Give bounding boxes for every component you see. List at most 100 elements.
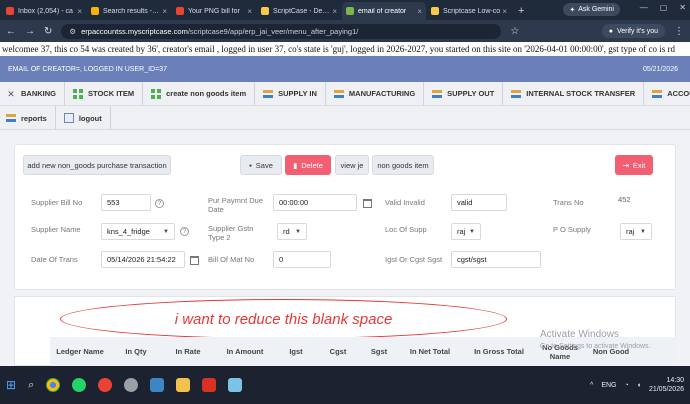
- supplier-gstn-type-2-select[interactable]: rd ▼: [277, 223, 307, 240]
- close-tab-icon[interactable]: ×: [75, 7, 82, 16]
- forward-arrow-icon[interactable]: →: [25, 26, 35, 37]
- supplier-bill-no-label: Supplier Bill No: [31, 198, 83, 207]
- photos-icon[interactable]: [150, 378, 165, 392]
- windows-start-icon[interactable]: ⊞: [6, 378, 16, 392]
- menu-item-banking[interactable]: ✕ BANKING: [0, 81, 65, 106]
- back-arrow-icon[interactable]: ←: [6, 26, 16, 37]
- grid-column-header: In Rate: [175, 347, 201, 356]
- new-tab-button[interactable]: +: [512, 2, 530, 20]
- calendar-icon[interactable]: [363, 199, 372, 208]
- reload-icon[interactable]: ↻: [44, 26, 52, 37]
- chrome-icon[interactable]: [46, 378, 61, 392]
- menu-item-label: BANKING: [21, 89, 56, 98]
- save-button[interactable]: ▪ Save: [240, 155, 282, 175]
- menu-item-stock-item[interactable]: STOCK ITEM: [65, 81, 144, 106]
- windows-taskbar: ⊞ ⌕ ^ ENG ◔ ◖ 14:30 21/05/2026: [0, 366, 690, 404]
- close-tab-icon[interactable]: ×: [500, 7, 507, 16]
- grid-icon: [151, 88, 162, 99]
- main-menu: ✕ BANKING STOCK ITEM create non goods it…: [0, 81, 690, 130]
- menu-item-label: MANUFACTURING: [348, 89, 416, 98]
- close-tab-icon[interactable]: ×: [415, 7, 422, 16]
- bars-icon: [263, 88, 274, 99]
- watermark-subtitle: Go to Settings to activate Windows.: [540, 343, 651, 350]
- add-new-transaction-button[interactable]: add new non_goods purchase transaction: [23, 155, 171, 175]
- chrome-active-icon[interactable]: [124, 378, 139, 392]
- menu-item-logout[interactable]: logout: [56, 106, 111, 130]
- view-je-button[interactable]: view je: [335, 155, 369, 175]
- menu-item-label: reports: [21, 113, 47, 123]
- chevron-down-icon: ▼: [163, 228, 169, 235]
- close-tab-icon[interactable]: ×: [245, 7, 252, 16]
- menu-item-internal-stock-transfer[interactable]: INTERNAL STOCK TRANSFER: [503, 81, 645, 106]
- browser-tab[interactable]: Search results - co ×: [87, 2, 171, 20]
- menu-item-label: ACCOUNTANT: [667, 89, 690, 98]
- file-explorer-icon[interactable]: [176, 378, 191, 392]
- browser-tab[interactable]: Inbox (2,054) - ca ×: [2, 2, 86, 20]
- igst-or-cgst-sgst-field[interactable]: cgst/sgst: [451, 251, 541, 268]
- chevron-down-icon: ▼: [295, 228, 301, 235]
- menu-item-reports[interactable]: reports: [0, 106, 56, 130]
- pur-paymnt-due-date-field[interactable]: 00:00:00: [273, 194, 357, 211]
- tray-chevron-icon[interactable]: ^: [590, 382, 593, 389]
- chrome-alt-icon[interactable]: [98, 378, 113, 392]
- bill-of-mat-no-field[interactable]: 0: [273, 251, 331, 268]
- grid-column-header: Ledger Name: [56, 347, 104, 356]
- minimize-icon[interactable]: —: [640, 3, 648, 12]
- po-supply-select[interactable]: raj ▼: [620, 223, 652, 240]
- supplier-gstn-type-2-value: rd: [283, 227, 290, 236]
- search-icon[interactable]: ⌕: [28, 379, 34, 392]
- watermark-title: Activate Windows: [540, 329, 619, 340]
- browser-tab-active[interactable]: email of creator ×: [342, 2, 426, 20]
- loc-of-supp-select[interactable]: raj ▼: [451, 223, 481, 240]
- menu-item-accountant[interactable]: ACCOUNTANT: [644, 82, 690, 106]
- delete-button[interactable]: ▮ Delete: [285, 155, 331, 175]
- browser-tab[interactable]: Your PNG bill for ×: [172, 2, 256, 20]
- url-field[interactable]: ⚙ erpaccountss.myscriptcase.com/scriptca…: [61, 23, 502, 39]
- clock[interactable]: 14:30 21/05/2026: [649, 376, 684, 394]
- menu-item-supply-out[interactable]: SUPPLY OUT: [424, 81, 504, 106]
- language-indicator[interactable]: ENG: [601, 382, 616, 389]
- verify-identity-button[interactable]: ● Verify it's you: [601, 24, 665, 38]
- site-info-icon[interactable]: ⚙: [69, 27, 76, 36]
- menu-row: ✕ BANKING STOCK ITEM create non goods it…: [0, 81, 690, 106]
- bars-icon: [6, 113, 16, 123]
- browser-menu-icon[interactable]: ⋮: [674, 26, 684, 37]
- close-tab-icon[interactable]: ×: [330, 7, 337, 16]
- tab-label: Search results - co: [103, 7, 161, 15]
- wifi-icon[interactable]: ◔: [624, 382, 628, 389]
- tab-label: ScriptCase - Devel: [273, 7, 331, 15]
- pur-paymnt-due-date-label: Pur Paymnt Due Date: [208, 196, 264, 214]
- exit-button[interactable]: ⇥ Exit: [615, 155, 653, 175]
- close-tab-icon[interactable]: ×: [160, 7, 167, 16]
- calendar-icon[interactable]: [190, 256, 199, 265]
- menu-item-manufacturing[interactable]: MANUFACTURING: [326, 81, 425, 106]
- maximize-icon[interactable]: ▢: [660, 3, 668, 12]
- bars-icon: [333, 88, 344, 99]
- date-of-trans-field[interactable]: 05/14/2026 21:54:22: [101, 251, 185, 268]
- sparkle-icon: ✦: [569, 6, 576, 14]
- non-goods-item-button[interactable]: non goods item: [372, 155, 434, 175]
- paint-icon[interactable]: [228, 378, 243, 392]
- supplier-name-select[interactable]: kns_4_fridge ▼: [101, 223, 175, 240]
- supplier-name-value: kns_4_fridge: [107, 227, 150, 236]
- browser-tab[interactable]: Scriptcase Low-co ×: [427, 2, 511, 20]
- help-icon[interactable]: ?: [155, 199, 164, 208]
- header-date: 05/21/2026: [642, 65, 678, 73]
- bookmark-star-icon[interactable]: ☆: [510, 26, 519, 37]
- menu-item-create-non-goods-item[interactable]: create non goods item: [143, 81, 256, 106]
- gmail-icon: [176, 7, 184, 15]
- browser-tab[interactable]: ScriptCase - Devel ×: [257, 2, 341, 20]
- help-icon[interactable]: ?: [180, 227, 189, 236]
- supplier-bill-no-field[interactable]: 553: [101, 194, 151, 211]
- ask-gemini-button[interactable]: ✦ Ask Gemini: [563, 3, 620, 16]
- grid-column-header: In Net Total: [409, 347, 451, 356]
- menu-item-supply-in[interactable]: SUPPLY IN: [255, 81, 326, 106]
- trans-no-value: 452: [618, 195, 631, 204]
- menu-item-label: create non goods item: [166, 89, 247, 98]
- valid-invalid-field[interactable]: valid: [451, 194, 507, 211]
- annotation-text: i want to reduce this blank space: [174, 310, 393, 328]
- close-window-icon[interactable]: ✕: [679, 3, 686, 12]
- volume-icon[interactable]: ◖: [637, 382, 641, 389]
- pdf-icon[interactable]: [202, 378, 217, 392]
- whatsapp-icon[interactable]: [72, 378, 87, 392]
